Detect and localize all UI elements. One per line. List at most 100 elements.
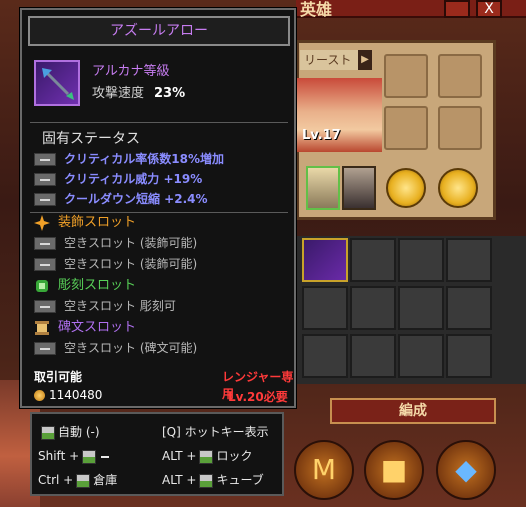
divider [30,122,288,123]
hotkey-text: ALT + [162,449,197,463]
hotkey-text: キューブ [216,473,264,487]
cube-icon: ■ [380,453,408,486]
equip-slot-necklace[interactable] [384,54,428,98]
inventory-cell[interactable] [350,334,396,378]
slot-heading-text: 彫刻スロット [58,278,137,293]
slot-heading-text: 装飾スロット [58,215,137,230]
mouse-icon [76,473,91,488]
scroll-icon [34,320,50,336]
inventory-item-azure-arrow[interactable] [302,238,348,282]
gold-coin-icon [34,390,45,401]
inventory-cell[interactable] [446,238,492,282]
slot-entry-text: 空きスロット 彫刻可 [64,299,176,313]
hotkey-text: ALT + [162,473,197,487]
inventory-cell[interactable] [398,334,444,378]
mouse-icon [199,449,214,464]
hotkey-text: ロック [216,449,253,463]
blue-gem-icon: ◆ [455,453,477,486]
decoration-slot-heading: 装飾スロット [34,214,136,232]
party-member-1[interactable] [306,166,340,210]
inventory-cell[interactable] [398,286,444,330]
tab-next-arrow[interactable]: ▶ [358,50,372,70]
inherent-stats-heading: 固有ステータス [42,131,140,147]
tooltip-title-bar: アズールアロー [28,16,290,46]
gem-icon-button[interactable]: ◆ [436,440,496,500]
equip-slot-rune[interactable] [438,54,482,98]
inventory-cell[interactable] [302,334,348,378]
equip-slot-pouch[interactable] [384,106,428,150]
hotkey-cube: ALT + キューブ [162,472,264,488]
stat-label: 攻撃速度 [92,86,145,101]
minus-icon [34,258,56,271]
close-button[interactable]: X [476,0,502,18]
slot-entry-text: 空きスロット (装飾可能) [64,257,198,271]
inventory-cell[interactable] [302,286,348,330]
hotkey-text: Shift + [38,449,80,463]
minus-icon [34,173,56,186]
inherent-stat-row: クリティカル率係数18%増加 [34,150,224,168]
tradable-label: 取引可能 [34,370,83,384]
hotkey-help-box: 自動 (-) [Q] ホットキー表示 Shift + ALT + ロック Ctrl… [30,412,284,496]
slot-heading-text: 碑文スロット [58,320,137,335]
inventory-grid [296,236,526,384]
m-emblem-icon: M [311,453,337,486]
inventory-cell[interactable] [398,238,444,282]
hotkey-auto: 自動 (-) [38,424,100,440]
decoration-slot-icon [34,214,50,231]
item-name: アズールアロー [110,23,208,39]
slot-entry: 空きスロット (装飾可能) [34,234,197,252]
engraving-slot-icon [34,278,50,294]
inherent-stat-text: クリティカル威力 +19% [64,172,203,186]
hotkey-display: [Q] ホットキー表示 [162,425,269,439]
fist-icon[interactable] [438,168,478,208]
minus-icon [34,300,56,313]
item-grade: アルカナ等級 [92,64,170,79]
inventory-cell[interactable] [350,286,396,330]
item-price: 1140480 [34,388,102,402]
inventory-cell[interactable] [446,286,492,330]
hotkey-warehouse: Ctrl + 倉庫 [38,472,117,488]
inventory-cell[interactable] [446,334,492,378]
price-value: 1140480 [49,388,103,402]
engraving-slot-heading: 彫刻スロット [34,277,136,295]
hero-level: Lv.17 [302,128,341,143]
mouse-icon [41,425,55,440]
hero-tab[interactable]: リースト [300,50,358,70]
level-requirement: Lv.20必要 [228,390,288,404]
slot-entry-text: 空きスロット (装飾可能) [64,236,198,250]
hotkey-text: Ctrl + [38,473,74,487]
item-main-stat: 攻撃速度 23% [92,82,185,101]
slot-entry: 空きスロット (碑文可能) [34,339,197,357]
formation-icon-button[interactable]: M [294,440,354,500]
slot-entry-text: 空きスロット (碑文可能) [64,341,198,355]
slot-entry: 空きスロット (装飾可能) [34,255,197,273]
cube-icon-button[interactable]: ■ [364,440,424,500]
inscription-slot-heading: 碑文スロット [34,319,136,337]
inherent-stat-text: クールダウン短縮 +2.4% [64,192,208,206]
hotkey-text: 倉庫 [93,473,118,487]
mouse-icon [199,473,214,488]
divider [30,212,288,213]
item-tooltip: アズールアロー アルカナ等級 攻撃速度 23% 固有ステータス クリティカル率係数… [19,7,297,409]
minus-icon [34,193,56,206]
hotkey-text: 自動 (-) [58,425,100,439]
mouse-icon [82,449,97,464]
hotkey-lock: ALT + ロック [162,448,252,464]
hero-window-title: 英雄 [300,0,333,19]
badge-icon[interactable] [386,168,426,208]
inherent-stat-row: クリティカル威力 +19% [34,170,202,188]
azure-arrow-icon [34,60,80,106]
minus-icon [34,342,56,355]
skull-button[interactable] [444,0,470,18]
minus-icon [34,237,56,250]
equip-slot-ring[interactable] [438,106,482,150]
hotkey-shift: Shift + [38,448,110,464]
inventory-cell[interactable] [350,238,396,282]
compose-button[interactable]: 編成 [330,398,496,424]
dash-glyph [101,455,110,458]
inherent-stat-row: クールダウン短縮 +2.4% [34,190,208,208]
inherent-stat-text: クリティカル率係数18%増加 [64,152,225,166]
slot-entry: 空きスロット 彫刻可 [34,297,176,315]
stat-value: 23% [154,86,186,101]
party-member-2[interactable] [342,166,376,210]
